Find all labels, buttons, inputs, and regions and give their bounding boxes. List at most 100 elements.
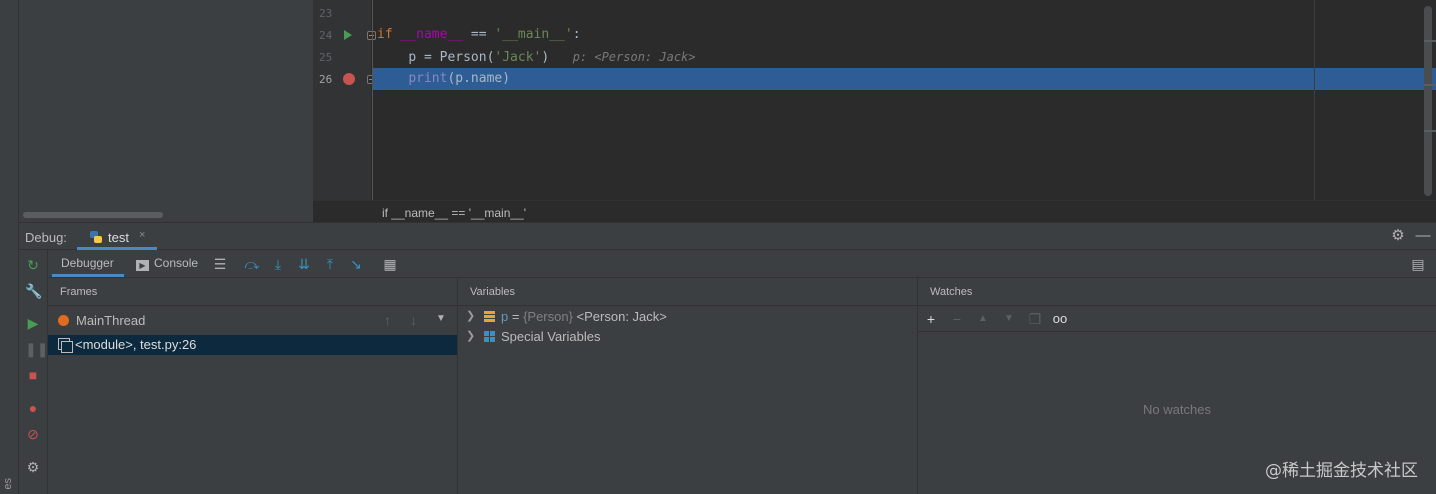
step-into-my-code-icon[interactable]: ⇊: [296, 256, 312, 272]
variable-row[interactable]: ❯ Special Variables: [458, 327, 917, 347]
gutter-line: 24: [313, 24, 376, 46]
evaluate-expression-icon[interactable]: ▦: [382, 256, 398, 272]
frames-pane: Frames MainThread ↑ ↓ ▼ <module>, test.p…: [48, 278, 458, 494]
thread-status-icon: [58, 315, 69, 326]
variables-header: Variables: [458, 278, 917, 306]
special-variables-icon: [484, 331, 495, 342]
debug-side-toolbar: ↻ 🔧 ▶ ❚❚ ■ ● ⊘ ⚙: [19, 250, 48, 494]
rerun-icon[interactable]: ↻: [25, 257, 41, 273]
project-pane: [19, 0, 313, 222]
line-number: 23: [319, 7, 333, 20]
line-number: 24: [319, 29, 333, 42]
breadcrumb-item[interactable]: if __name__ == '__main__': [382, 206, 526, 220]
step-out-icon[interactable]: ⤒: [322, 256, 338, 272]
code-editor[interactable]: 23 24 25 26 if __name__ == '__main__': p…: [313, 0, 1436, 200]
code-token: ==: [463, 27, 495, 42]
thread-selector[interactable]: MainThread ↑ ↓ ▼: [48, 307, 457, 333]
wrench-icon[interactable]: 🔧: [25, 283, 42, 299]
step-into-icon[interactable]: ⤓: [270, 256, 286, 272]
variable-row[interactable]: ❯ p = {Person} <Person: Jack>: [458, 307, 917, 327]
minimize-icon[interactable]: —: [1415, 228, 1431, 244]
variable-type: {Person}: [523, 309, 573, 324]
variables-title: Variables: [470, 286, 516, 298]
resume-icon[interactable]: ▶: [25, 315, 41, 331]
remove-watch-icon[interactable]: −: [949, 311, 965, 327]
code-token: '__main__': [494, 27, 573, 42]
debug-tab-name: test: [108, 230, 129, 245]
code-line[interactable]: p = Person('Jack') p: <Person: Jack>: [373, 46, 1436, 68]
left-tool-strip: es: [0, 0, 19, 494]
arrow-up-icon[interactable]: ↑: [384, 312, 391, 328]
chevron-right-icon[interactable]: ❯: [466, 329, 475, 342]
code-token: 'Jack': [494, 50, 542, 65]
editor-breadcrumb: if __name__ == '__main__': [313, 200, 1436, 222]
right-margin-guide: [1314, 0, 1315, 200]
empty-watches-text: No watches: [1143, 402, 1211, 417]
gutter-line: 25: [313, 46, 371, 68]
run-to-cursor-icon[interactable]: ↘: [348, 256, 364, 272]
line-number: 26: [319, 73, 333, 86]
gutter-line: 23: [313, 2, 371, 24]
variable-value: <Person: Jack>: [572, 309, 667, 324]
thread-name: MainThread: [76, 313, 146, 328]
move-down-icon[interactable]: ▼: [1001, 311, 1017, 327]
pause-icon[interactable]: ❚❚: [25, 341, 48, 357]
stack-frame-row[interactable]: <module>, test.py:26: [48, 335, 457, 355]
variable-equals: =: [508, 309, 524, 324]
mute-breakpoints-icon[interactable]: ⊘: [25, 426, 41, 442]
show-execution-point-icon[interactable]: ☰: [212, 256, 228, 272]
variable-label: Special Variables: [501, 329, 601, 344]
copy-icon[interactable]: ❐: [1027, 311, 1043, 327]
arrow-down-icon[interactable]: ↓: [410, 312, 417, 328]
debugger-toolbar: Debugger ▶ Console ☰ ⤼ ⤓ ⇊ ⤒ ↘ ▦ ▤: [48, 250, 1436, 278]
console-icon: ▶: [136, 260, 149, 271]
breakpoint-icon[interactable]: [343, 73, 355, 85]
watches-title: Watches: [930, 286, 973, 298]
scroll-marker[interactable]: [1424, 130, 1436, 132]
horizontal-scrollbar[interactable]: [23, 212, 163, 218]
tool-window-label[interactable]: es: [2, 478, 14, 490]
debug-label: Debug:: [25, 230, 67, 245]
watermark: @稀土掘金技术社区: [1265, 461, 1418, 481]
scroll-marker[interactable]: [1424, 84, 1436, 86]
code-token: if: [377, 27, 393, 42]
variables-pane: Variables ❯ p = {Person} <Person: Jack> …: [458, 278, 918, 494]
code-line[interactable]: if __name__ == '__main__':: [373, 24, 1436, 46]
run-gutter-icon[interactable]: [344, 30, 352, 40]
stack-frame-label: <module>, test.py:26: [75, 337, 197, 352]
frames-header: Frames: [48, 278, 457, 306]
variable-text: p = {Person} <Person: Jack>: [501, 309, 667, 324]
code-token: :: [572, 27, 581, 42]
step-over-icon[interactable]: ⤼: [244, 256, 260, 272]
tab-label: Console: [154, 256, 199, 270]
code-token: ): [541, 50, 550, 65]
watches-header: Watches: [918, 278, 1436, 306]
code-token: (p.name): [447, 71, 511, 86]
vertical-scrollbar[interactable]: [1424, 6, 1432, 196]
move-up-icon[interactable]: ▲: [975, 311, 991, 327]
debug-session-tab[interactable]: test ×: [77, 223, 157, 250]
stop-icon[interactable]: ■: [25, 367, 41, 383]
chevron-right-icon[interactable]: ❯: [466, 309, 475, 322]
tab-debugger[interactable]: Debugger: [52, 250, 124, 277]
current-execution-line[interactable]: print(p.name): [373, 68, 1436, 90]
editor-gutter[interactable]: 23 24 25 26: [313, 0, 376, 200]
add-watch-icon[interactable]: +: [923, 311, 939, 327]
inline-value-hint: p: <Person: Jack>: [572, 50, 696, 64]
layout-settings-icon[interactable]: ▤: [1410, 256, 1426, 272]
gear-icon[interactable]: ⚙: [1390, 228, 1406, 244]
code-token: print: [408, 71, 448, 86]
watches-pane: Watches + − ▲ ▼ ❐ oo No watches @稀土掘金技术社…: [918, 278, 1436, 494]
close-icon[interactable]: ×: [139, 229, 145, 241]
scroll-marker[interactable]: [1424, 40, 1436, 42]
code-token: p = Person(: [408, 50, 495, 65]
field-icon: [484, 311, 495, 322]
chevron-down-icon[interactable]: ▼: [436, 313, 446, 324]
glasses-icon[interactable]: oo: [1052, 311, 1068, 327]
settings-icon[interactable]: ⚙: [25, 459, 41, 475]
code-token: __name__: [400, 27, 464, 42]
frame-icon: [58, 338, 73, 353]
tab-label: Debugger: [61, 256, 114, 270]
view-breakpoints-icon[interactable]: ●: [25, 400, 41, 416]
tab-console[interactable]: ▶ Console: [136, 250, 206, 277]
